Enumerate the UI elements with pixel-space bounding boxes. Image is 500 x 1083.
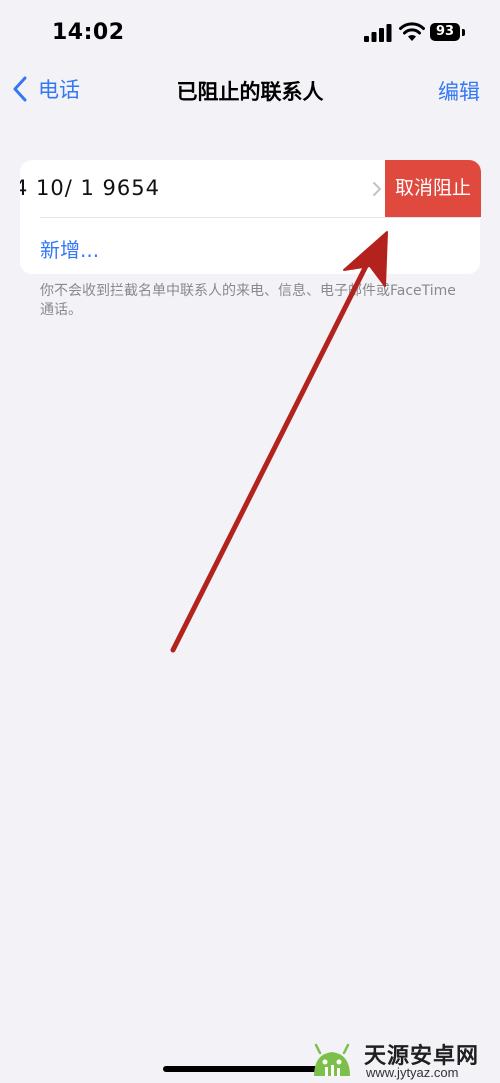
add-blocked-contact-row[interactable]: 新增... [20,218,480,274]
status-time: 14:02 [52,20,125,45]
chevron-right-icon [373,182,381,196]
battery-percent: 93 [430,23,460,41]
cellular-signal-icon [364,24,392,42]
wifi-icon [399,22,425,41]
battery-tip [462,29,465,36]
navigation-bar: 电话 已阻止的联系人 编辑 [0,64,500,114]
edit-button[interactable]: 编辑 [438,76,480,106]
watermark: 天源安卓网 www.jytyaz.com [302,1036,500,1083]
watermark-url: www.jytyaz.com [366,1065,459,1080]
blocked-contact-number: 4 10/ 1 9654 [20,176,160,200]
battery-icon: 93 [430,23,466,41]
status-bar: 14:02 93 [0,0,500,64]
android-logo-icon [314,1043,350,1076]
footer-note: 你不会收到拦截名单中联系人的来电、信息、电子邮件或FaceTime 通话。 [40,283,456,318]
unblock-button[interactable]: 取消阻止 [385,160,481,217]
add-new-label: 新增... [40,238,100,262]
page-title: 已阻止的联系人 [176,80,324,104]
